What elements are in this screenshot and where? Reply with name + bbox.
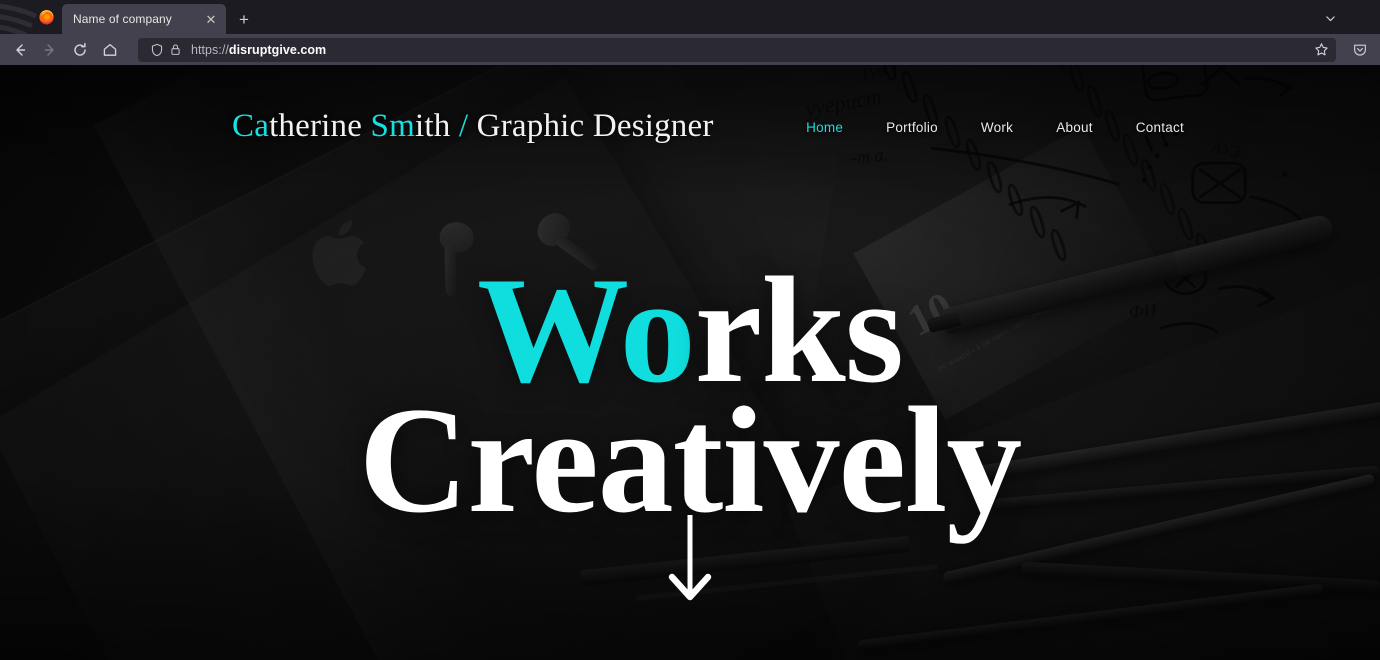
home-glyph: [103, 43, 117, 56]
forward-arrow-glyph: [44, 43, 54, 56]
back-arrow-icon[interactable]: [6, 37, 34, 63]
star-glyph: [1314, 43, 1328, 56]
hero-heading-line-2: Creatively: [358, 375, 1022, 544]
site-brand-logo[interactable]: Catherine Smith / Graphic Designer: [232, 107, 714, 144]
browser-window: Name of company ✕ + https://disruptgive.…: [0, 0, 1380, 660]
close-icon[interactable]: ✕: [202, 10, 220, 28]
tab-title: Name of company: [73, 12, 172, 26]
chevron-down-glyph: [1325, 15, 1335, 21]
brand-part-3: Sm: [370, 107, 415, 144]
back-arrow-glyph: [16, 43, 26, 56]
url-domain: disruptgive.com: [228, 42, 327, 57]
pocket-glyph: [1353, 44, 1367, 56]
brand-part-2: therine: [269, 107, 371, 144]
pocket-icon[interactable]: [1346, 37, 1374, 63]
brand-part-4: ith: [414, 107, 459, 144]
nav-item-home[interactable]: Home: [806, 120, 843, 135]
shield-icon[interactable]: [147, 40, 166, 59]
site-header: Catherine Smith / Graphic Designer Home …: [0, 65, 1380, 187]
url-text: https://disruptgive.com: [191, 43, 1310, 57]
lock-icon[interactable]: [166, 40, 185, 59]
browser-tab[interactable]: Name of company ✕: [62, 4, 226, 34]
brand-part-1: Ca: [232, 107, 270, 144]
brand-part-6: Graphic Designer: [468, 107, 714, 144]
address-bar[interactable]: https://disruptgive.com: [138, 37, 1336, 62]
nav-item-work[interactable]: Work: [981, 120, 1013, 135]
browser-toolbar: https://disruptgive.com: [0, 34, 1380, 65]
new-tab-button[interactable]: +: [230, 5, 258, 33]
forward-arrow-icon: [36, 37, 64, 63]
home-icon[interactable]: [96, 37, 124, 63]
site-navigation: Home Portfolio Work About Contact: [806, 120, 1184, 135]
firefox-logo-icon: [0, 0, 62, 34]
reload-icon[interactable]: [66, 37, 94, 63]
nav-item-about[interactable]: About: [1056, 120, 1093, 135]
url-scheme: https://: [191, 42, 229, 57]
nav-item-portfolio[interactable]: Portfolio: [886, 120, 938, 135]
arrow-down-glyph: [668, 514, 712, 600]
brand-part-5: /: [458, 107, 469, 144]
page-viewport: 10 DE MARZO • 9 DE ABRIL 1952 • CHILE: [0, 65, 1380, 660]
reload-glyph: [74, 42, 86, 56]
firefox-glyph-icon: [39, 10, 54, 25]
star-icon[interactable]: [1310, 39, 1332, 61]
shield-glyph: [151, 43, 162, 56]
chevron-down-icon[interactable]: [1318, 6, 1342, 30]
browser-tab-strip: Name of company ✕ +: [0, 0, 1380, 34]
lock-glyph: [171, 44, 180, 55]
arrow-down-icon[interactable]: [663, 514, 717, 607]
nav-item-contact[interactable]: Contact: [1136, 120, 1184, 135]
